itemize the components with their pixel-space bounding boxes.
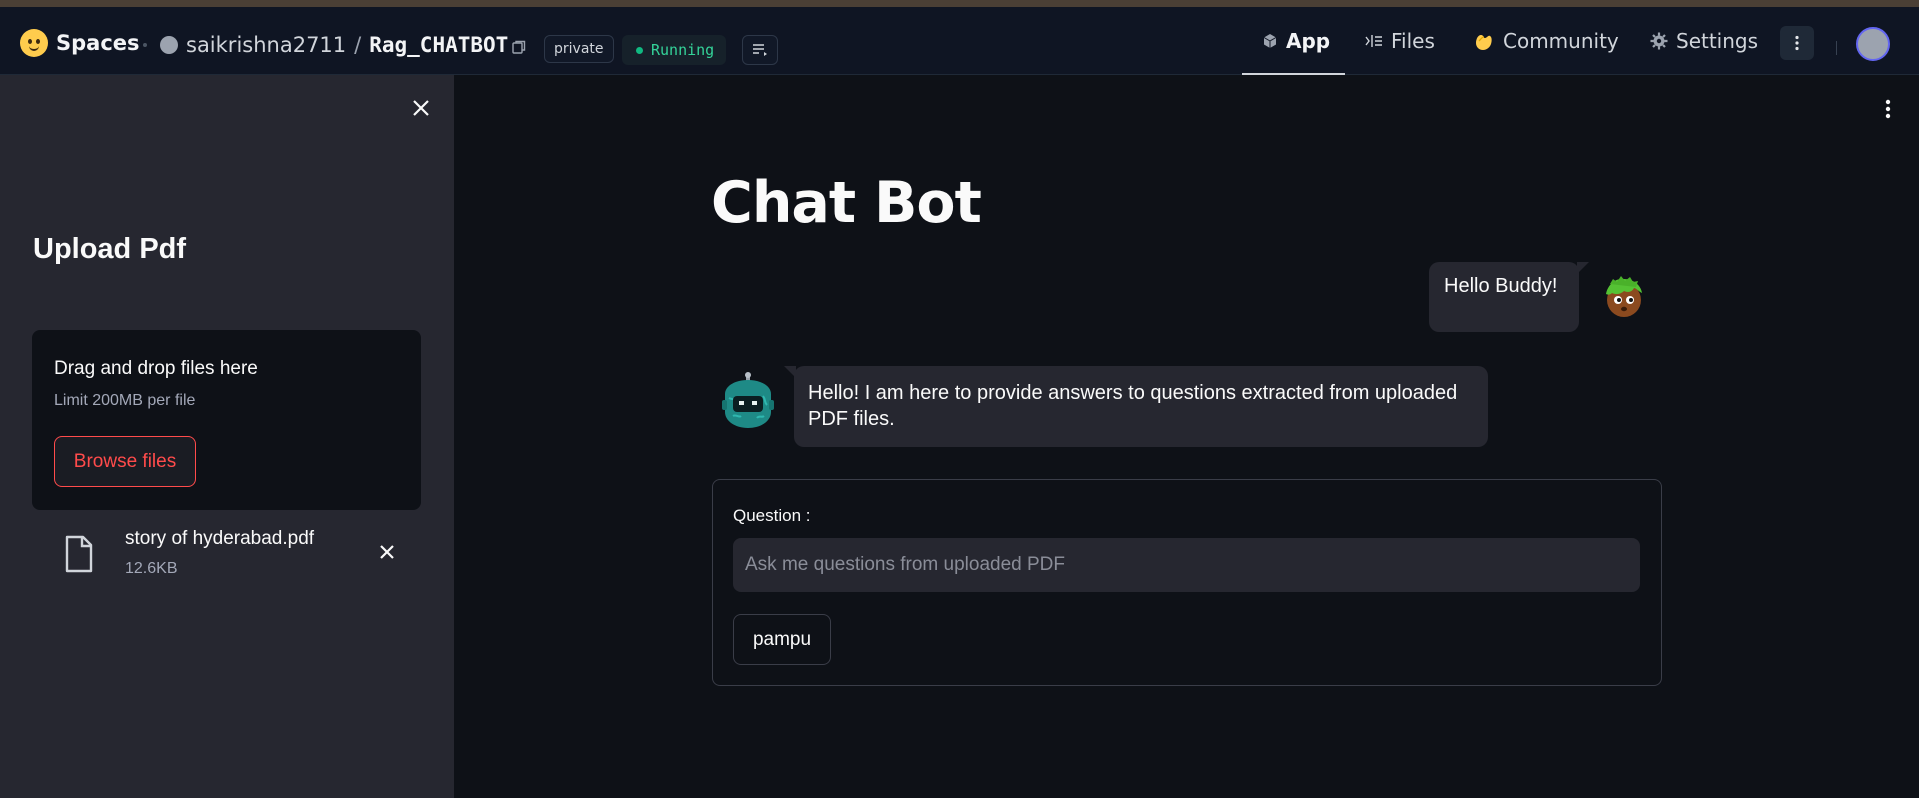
remove-file-icon[interactable]: [376, 541, 398, 563]
main-menu-icon[interactable]: [1882, 98, 1894, 120]
active-tab-indicator: [1242, 73, 1345, 75]
logs-icon: [753, 44, 767, 56]
user-avatar[interactable]: [1856, 27, 1890, 61]
logs-button[interactable]: [742, 35, 778, 65]
community-icon: [1476, 35, 1492, 50]
question-input[interactable]: [733, 538, 1640, 592]
brand-label: Spaces: [56, 31, 140, 55]
dropzone-limit: Limit 200MB per file: [54, 392, 196, 409]
repo-owner-link[interactable]: saikrishna2711: [186, 33, 346, 57]
cube-icon: [1263, 34, 1277, 48]
repo-slash: /: [354, 33, 362, 57]
file-name: story of hyderabad.pdf: [125, 528, 315, 549]
tab-files[interactable]: Files: [1365, 7, 1435, 75]
status-badge[interactable]: Running: [622, 35, 727, 65]
tab-settings[interactable]: Settings: [1650, 7, 1758, 75]
page-title: Chat Bot: [711, 170, 982, 236]
assistant-message-text: Hello! I am here to provide answers to q…: [808, 382, 1458, 430]
sidebar: Upload Pdf Drag and drop files here Limi…: [0, 75, 454, 798]
tab-app[interactable]: App: [1262, 7, 1330, 75]
close-icon[interactable]: [410, 97, 432, 119]
header-divider: [1836, 41, 1837, 55]
submit-button[interactable]: pampu: [733, 614, 831, 665]
copy-icon[interactable]: [512, 40, 526, 54]
status-label: Running: [651, 41, 715, 59]
dropzone-instruction: Drag and drop files here: [54, 358, 258, 379]
assistant-message-bubble: Hello! I am here to provide answers to q…: [784, 366, 1488, 447]
uploaded-file-item: story of hyderabad.pdf 12.6KB: [58, 523, 418, 583]
spaces-brand-link[interactable]: Spaces: [20, 29, 140, 57]
file-dropzone[interactable]: Drag and drop files here Limit 200MB per…: [32, 330, 421, 510]
assistant-chat-avatar: [722, 372, 774, 428]
tab-files-label: Files: [1391, 29, 1435, 53]
files-icon: [1365, 35, 1382, 47]
visibility-badge: private: [544, 35, 614, 63]
repo-name-link[interactable]: Rag_CHATBOT: [369, 33, 508, 57]
sidebar-title: Upload Pdf: [33, 233, 187, 265]
more-vertical-icon: [1795, 35, 1799, 51]
user-message-text: Hello Buddy!: [1444, 275, 1558, 297]
document-icon: [65, 535, 93, 573]
status-dot: [636, 46, 643, 54]
tab-community[interactable]: Community: [1473, 7, 1619, 75]
owner-avatar: [160, 36, 178, 54]
file-size: 12.6KB: [125, 560, 178, 577]
huggingface-logo-icon: [20, 29, 48, 57]
question-label: Question :: [733, 506, 811, 525]
tab-app-label: App: [1286, 29, 1331, 53]
separator-dot: [143, 43, 147, 47]
question-form: Question : pampu: [712, 479, 1662, 686]
repo-breadcrumb: saikrishna2711 / Rag_CHATBOT: [160, 33, 508, 57]
user-chat-avatar: [1606, 276, 1642, 317]
gear-icon: [1650, 32, 1668, 50]
user-message-bubble: Hello Buddy!: [1429, 262, 1589, 332]
more-options-button[interactable]: [1780, 26, 1814, 60]
browser-top-edge: [0, 0, 1919, 7]
browse-files-button[interactable]: Browse files: [54, 436, 196, 487]
tab-settings-label: Settings: [1676, 29, 1759, 53]
spaces-header: Spaces saikrishna2711 / Rag_CHATBOT priv…: [0, 7, 1919, 75]
tab-community-label: Community: [1503, 29, 1619, 53]
